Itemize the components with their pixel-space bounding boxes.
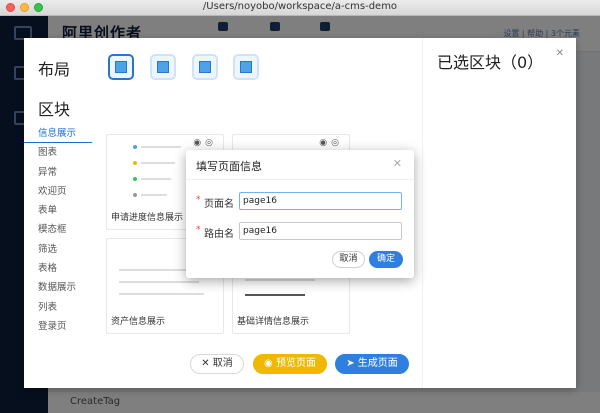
page-name-label: 页面名 [204, 199, 234, 210]
preview-icon[interactable]: ◉ [193, 138, 205, 148]
preview-icon[interactable]: ◉ [319, 138, 331, 148]
route-name-row: * 路由名 [194, 222, 406, 240]
cancel-label: 取消 [212, 358, 233, 369]
close-icon: ✕ [201, 358, 213, 369]
thumb-line [141, 178, 171, 180]
layout-option-4[interactable] [233, 54, 259, 80]
page-info-dialog: 填写页面信息 ✕ * 页面名 * 路由名 取消 确定 [186, 150, 414, 278]
selected-blocks-title: 已选区块（0） [437, 53, 544, 72]
github-icon[interactable]: ◎ [331, 138, 343, 148]
generate-label: 生成页面 [357, 358, 398, 369]
thumb-line [245, 279, 315, 281]
category-item[interactable]: 筛选 [24, 240, 92, 259]
card-label: 资产信息展示 [111, 317, 166, 327]
category-item[interactable]: 登录页 [24, 317, 92, 336]
page-name-row: * 页面名 [194, 192, 406, 210]
route-name-label: 路由名 [204, 229, 234, 240]
layout-title: 布局 [38, 60, 71, 79]
thumb-dot [133, 145, 137, 149]
layout-2-icon [157, 61, 169, 73]
thumb-line [141, 194, 167, 196]
card-label: 申请进度信息展示 [111, 213, 184, 223]
category-item[interactable]: 异常 [24, 163, 92, 182]
thumb-line [141, 146, 181, 148]
category-item[interactable]: 信息展示 [24, 124, 92, 144]
github-icon[interactable]: ◎ [205, 138, 217, 148]
required-marker: * [196, 195, 201, 205]
category-list: 信息展示 图表 异常 欢迎页 表单 模态框 筛选 表格 数据展示 列表 登录页 [24, 124, 92, 336]
required-marker: * [196, 225, 201, 235]
dialog-header: 填写页面信息 ✕ [186, 150, 414, 180]
layout-option-3[interactable] [192, 54, 218, 80]
category-item[interactable]: 数据展示 [24, 278, 92, 297]
category-item[interactable]: 模态框 [24, 220, 92, 239]
selected-blocks-pane: 已选区块（0） [422, 38, 576, 388]
card-label: 基础详情信息展示 [237, 317, 310, 327]
page-name-input[interactable] [239, 192, 402, 210]
close-icon[interactable]: ✕ [556, 48, 564, 59]
thumb-line [245, 294, 305, 296]
layout-4-icon [240, 61, 252, 73]
generate-page-button[interactable]: ➤ 生成页面 [335, 354, 409, 374]
cancel-button[interactable]: ✕ 取消 [190, 354, 244, 374]
layout-option-2[interactable] [150, 54, 176, 80]
category-item[interactable]: 欢迎页 [24, 182, 92, 201]
thumb-dot [133, 161, 137, 165]
thumb-dot [133, 193, 137, 197]
dialog-cancel-button[interactable]: 取消 [332, 251, 365, 268]
category-item[interactable]: 图表 [24, 143, 92, 162]
layout-3-icon [199, 61, 211, 73]
route-name-input[interactable] [239, 222, 402, 240]
window-titlebar: /Users/noyobo/workspace/a-cms-demo [0, 0, 600, 16]
layout-option-1[interactable] [108, 54, 134, 80]
close-icon[interactable]: ✕ [393, 157, 402, 170]
thumb-dot [133, 177, 137, 181]
eye-icon: ◉ [264, 358, 276, 369]
window-title: /Users/noyobo/workspace/a-cms-demo [202, 1, 398, 12]
dialog-ok-button[interactable]: 确定 [369, 251, 403, 268]
category-item[interactable]: 表格 [24, 259, 92, 278]
preview-page-button[interactable]: ◉ 预览页面 [253, 354, 327, 374]
category-item[interactable]: 表单 [24, 201, 92, 220]
block-title: 区块 [38, 100, 71, 119]
card-actions: ◉◎ [193, 138, 217, 148]
send-icon: ➤ [346, 358, 358, 369]
dialog-title: 填写页面信息 [196, 160, 262, 173]
preview-label: 预览页面 [275, 358, 316, 369]
thumb-line [141, 162, 175, 164]
category-item[interactable]: 列表 [24, 298, 92, 317]
card-actions: ◉◎ [319, 138, 343, 148]
layout-1-icon [115, 61, 127, 73]
thumb-line [119, 293, 204, 295]
thumb-line [119, 281, 199, 283]
